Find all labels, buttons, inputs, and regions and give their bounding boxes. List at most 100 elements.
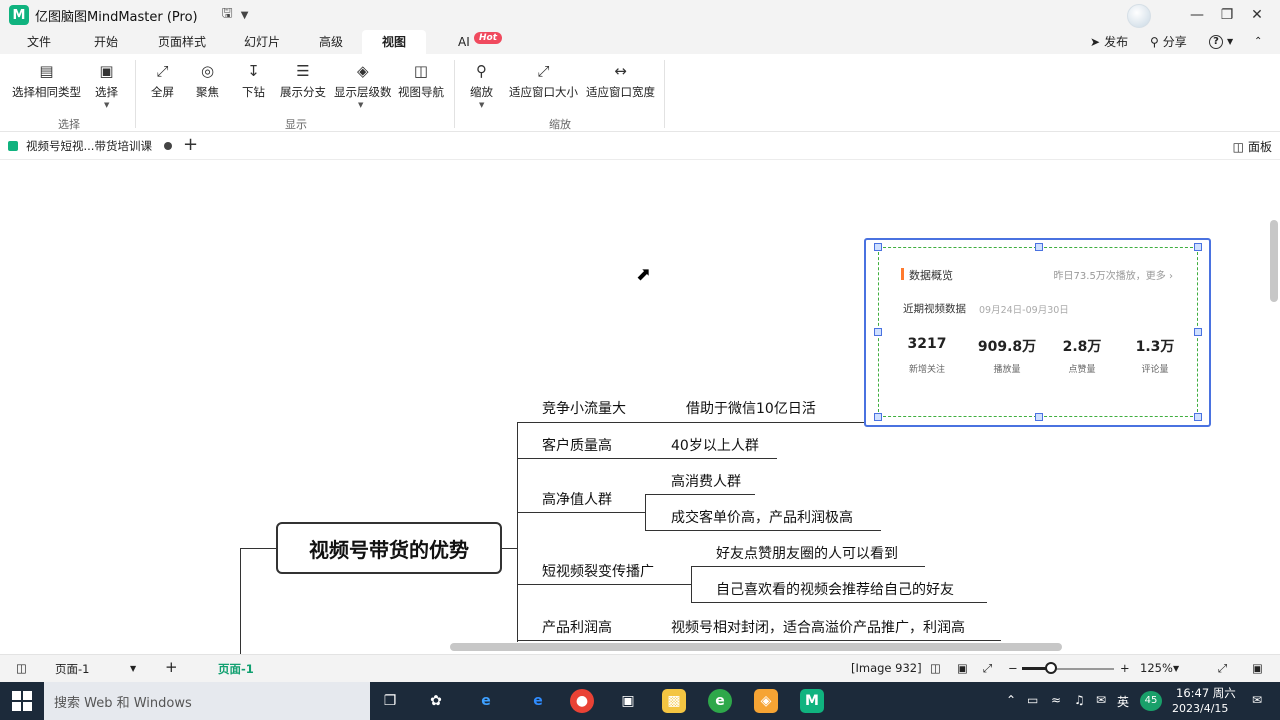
task-view-icon[interactable]: ❐: [378, 689, 402, 713]
browser-icon[interactable]: e: [708, 689, 732, 713]
clock-time[interactable]: 16:47 周六: [1176, 685, 1236, 701]
subtopic[interactable]: 成交客单价高，产品利润极高: [671, 507, 853, 527]
fit-window-width-button[interactable]: ↔ 适应窗口宽度: [586, 62, 655, 100]
status-bar: ◫ 页面-1 ▼ + 页面-1 [Image 932] ◫ ▣ ⤢ − + 12…: [0, 654, 1280, 682]
resize-handle[interactable]: [874, 243, 882, 251]
volume-icon[interactable]: ♫: [1074, 693, 1085, 707]
drill-down-button[interactable]: ↧ 下钻: [242, 62, 265, 100]
fit-window-size-button[interactable]: ⤢ 适应窗口大小: [509, 62, 578, 100]
wifi-icon[interactable]: ≈: [1051, 693, 1061, 707]
clock-date[interactable]: 2023/4/15: [1172, 702, 1228, 715]
windows-start-icon[interactable]: [12, 691, 32, 711]
fullscreen-icon[interactable]: ⤢: [983, 661, 992, 676]
ribbon-collapse-button[interactable]: ⌃: [1254, 30, 1262, 54]
expand-icon[interactable]: ⤢: [1218, 661, 1227, 676]
page-list-icon[interactable]: ◫: [16, 661, 27, 675]
app-icon[interactable]: ✿: [424, 689, 448, 713]
ie-icon[interactable]: e: [474, 689, 498, 713]
maximize-button[interactable]: ❐: [1213, 4, 1241, 26]
user-avatar[interactable]: [1127, 4, 1151, 28]
app-icon[interactable]: ◈: [754, 689, 778, 713]
show-level-dropdown-icon[interactable]: ▼: [358, 101, 363, 109]
show-branch-button[interactable]: ☰ 展示分支: [280, 62, 326, 100]
zoom-dropdown-icon[interactable]: ▼: [479, 101, 484, 109]
add-page-icon[interactable]: +: [165, 658, 178, 676]
zoom-icon: ⚲: [476, 62, 487, 80]
page-select[interactable]: 页面-1: [55, 661, 89, 677]
resize-handle[interactable]: [874, 413, 882, 421]
branch-topic[interactable]: 竞争小流量大: [542, 398, 626, 418]
mindmaster-taskbar-icon[interactable]: M: [800, 689, 824, 713]
message-icon[interactable]: ✉: [1096, 693, 1106, 707]
ime-indicator[interactable]: 英: [1117, 693, 1129, 710]
subtopic-line: [645, 530, 881, 531]
subtopic[interactable]: 视频号相对封闭，适合高溢价产品推广，利润高: [671, 617, 965, 637]
resize-handle[interactable]: [1035, 413, 1043, 421]
book-view-icon[interactable]: ◫: [930, 661, 941, 675]
resize-handle[interactable]: [1194, 413, 1202, 421]
branch-topic[interactable]: 高净值人群: [542, 489, 612, 509]
vertical-scrollbar[interactable]: [1270, 220, 1278, 302]
folder-icon[interactable]: ▩: [662, 689, 686, 713]
zoom-slider-handle[interactable]: [1045, 662, 1057, 674]
select-same-type-button[interactable]: ▤ 选择相同类型: [12, 62, 81, 100]
store-icon[interactable]: ▣: [616, 689, 640, 713]
edge-icon[interactable]: e: [526, 689, 550, 713]
quick-access-dropdown-icon[interactable]: ▼: [241, 10, 249, 21]
chrome-icon[interactable]: ●: [570, 689, 594, 713]
tab-file[interactable]: 文件: [17, 30, 61, 54]
tab-page-style[interactable]: 页面样式: [148, 30, 216, 54]
resize-handle[interactable]: [1194, 243, 1202, 251]
branch-topic[interactable]: 客户质量高: [542, 435, 612, 455]
battery-icon[interactable]: ▭: [1027, 693, 1038, 707]
presentation-icon[interactable]: ▣: [1252, 661, 1263, 675]
tab-start[interactable]: 开始: [84, 30, 128, 54]
selected-image[interactable]: 数据概览 昨日73.5万次播放，更多 › 近期视频数据 09月24日-09月30…: [864, 238, 1211, 427]
page-tab[interactable]: 页面-1: [218, 661, 254, 677]
zoom-out-button[interactable]: −: [1008, 661, 1018, 675]
select-dropdown-icon[interactable]: ▼: [104, 101, 109, 109]
unsaved-dot-icon[interactable]: [163, 142, 172, 150]
focus-button[interactable]: ◎ 聚焦: [196, 62, 219, 100]
tab-slideshow[interactable]: 幻灯片: [234, 30, 290, 54]
notification-icon[interactable]: ✉: [1252, 693, 1262, 707]
badge-45[interactable]: 45: [1140, 691, 1162, 711]
subtopic[interactable]: 好友点赞朋友圈的人可以看到: [716, 543, 898, 563]
fit-page-icon[interactable]: ▣: [957, 661, 968, 675]
close-button[interactable]: ✕: [1243, 4, 1271, 26]
tray-chevron-up-icon[interactable]: ⌃: [1006, 693, 1016, 707]
resize-handle[interactable]: [1035, 243, 1043, 251]
page-dropdown-icon[interactable]: ▼: [130, 664, 136, 673]
save-icon[interactable]: 🖫: [222, 4, 233, 26]
zoom-button[interactable]: ⚲ 缩放: [470, 62, 493, 100]
tab-advanced[interactable]: 高级: [309, 30, 353, 54]
add-tab-icon[interactable]: +: [183, 134, 198, 155]
publish-button[interactable]: ➤ 发布: [1090, 30, 1128, 54]
select-same-type-label: 选择相同类型: [12, 85, 81, 99]
resize-handle[interactable]: [1194, 328, 1202, 336]
help-button[interactable]: ? ▼: [1209, 30, 1233, 54]
subtopic[interactable]: 高消费人群: [671, 471, 741, 491]
mindmap-canvas[interactable]: ⬈ 竞争小流量大 借助于微信10亿日活 客户质量高 40岁以上人群 高净值人群 …: [0, 160, 1280, 654]
document-tab[interactable]: 视频号短视...带货培训课: [0, 132, 180, 160]
zoom-in-button[interactable]: +: [1120, 661, 1130, 675]
resize-handle[interactable]: [874, 328, 882, 336]
tab-view[interactable]: 视图: [362, 30, 426, 54]
panel-button[interactable]: ◫ 面板: [1233, 138, 1272, 155]
subtopic[interactable]: 自己喜欢看的视频会推荐给自己的好友: [716, 579, 954, 599]
central-topic[interactable]: 视频号带货的优势: [276, 522, 502, 574]
subtopic[interactable]: 借助于微信10亿日活: [686, 398, 816, 418]
taskbar-search-input[interactable]: 搜索 Web 和 Windows: [44, 682, 370, 720]
branch-topic[interactable]: 短视频裂变传播广: [542, 561, 654, 581]
select-button[interactable]: ▣ 选择: [95, 62, 118, 100]
horizontal-scrollbar[interactable]: [450, 643, 1062, 651]
fullscreen-button[interactable]: ⤢ 全屏: [151, 62, 174, 100]
view-nav-button[interactable]: ◫ 视图导航: [398, 62, 444, 100]
show-level-button[interactable]: ◈ 显示层级数: [334, 62, 392, 100]
zoom-level[interactable]: 125%: [1140, 661, 1173, 675]
branch-topic[interactable]: 产品利润高: [542, 617, 612, 637]
zoom-dropdown-icon[interactable]: ▼: [1173, 664, 1179, 673]
subtopic[interactable]: 40岁以上人群: [671, 435, 759, 455]
share-button[interactable]: ⚲ 分享: [1150, 30, 1187, 54]
minimize-button[interactable]: —: [1183, 4, 1211, 26]
